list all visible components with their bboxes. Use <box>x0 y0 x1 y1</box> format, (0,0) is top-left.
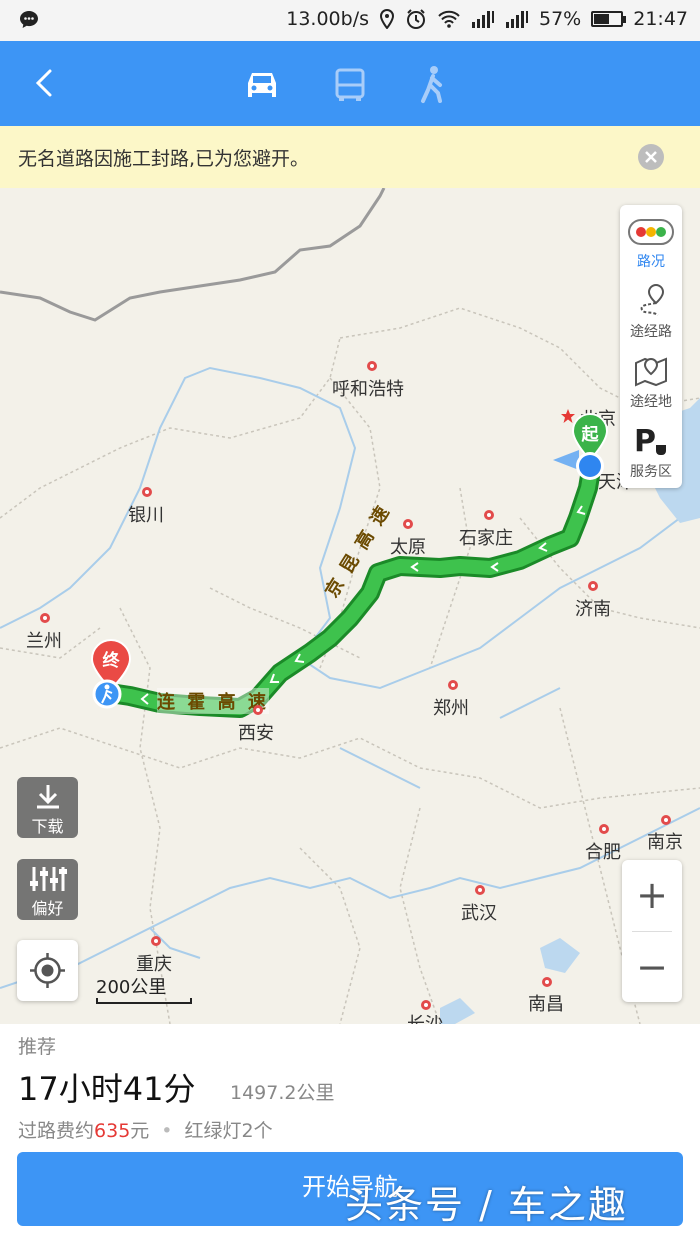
city-label: 郑州 <box>433 698 469 719</box>
zoom-in-button[interactable]: + <box>622 860 682 930</box>
city-dot <box>151 936 161 946</box>
city-dot <box>588 581 598 591</box>
city-dot <box>542 977 552 987</box>
route-label-char: 霍 <box>187 692 209 713</box>
wifi-icon <box>438 10 460 28</box>
network-speed: 13.00b/s <box>286 8 369 30</box>
city-label: 太原 <box>390 537 426 558</box>
scale-bar <box>96 998 192 1004</box>
city-label: 武汉 <box>461 903 497 924</box>
route-label-char: 高 <box>217 692 239 713</box>
via-place-button[interactable]: 途经地 <box>620 345 682 415</box>
city-dot <box>421 1000 431 1010</box>
city-dot <box>142 487 152 497</box>
toll-prefix: 过路费约 <box>18 1120 95 1142</box>
route-label-char: 连 <box>157 692 178 713</box>
start-badge-label: 起 <box>581 425 599 445</box>
map-tools-panel: 路况 途经路 途经地 P 服务区 <box>620 205 682 488</box>
preference-button[interactable]: 偏好 <box>17 859 78 920</box>
preference-label: 偏好 <box>31 899 64 918</box>
download-label: 下载 <box>31 817 64 836</box>
chat-icon <box>20 11 38 28</box>
zoom-control: + − <box>622 860 682 1002</box>
via-road-button[interactable]: 途经路 <box>620 275 682 345</box>
separator-dot: • <box>161 1120 173 1142</box>
battery-percent: 57% <box>539 8 582 30</box>
zoom-out-button[interactable]: − <box>622 932 682 1002</box>
city-dot <box>367 361 377 371</box>
current-location-icon <box>553 446 605 486</box>
download-button[interactable]: 下载 <box>17 777 78 838</box>
city-dot <box>40 613 50 623</box>
clock: 21:47 <box>633 8 688 30</box>
traffic-button[interactable]: 路况 <box>620 205 682 275</box>
end-badge-label: 终 <box>102 651 120 671</box>
route-duration: 17小时41分 <box>18 1070 196 1108</box>
map-pin-icon <box>635 357 667 387</box>
city-dot <box>661 815 671 825</box>
service-area-button[interactable]: P 服务区 <box>620 415 682 485</box>
status-bar: 13.00b/s 57% 21:47 <box>0 0 700 41</box>
locate-button[interactable] <box>17 940 78 1001</box>
city-dot <box>599 824 609 834</box>
road-notice: 无名道路因施工封路,已为您避开。 <box>0 126 700 188</box>
top-nav <box>0 41 700 126</box>
toll-unit: 元 <box>130 1120 150 1142</box>
end-marker[interactable]: 终 <box>90 638 132 714</box>
city-label: 南昌 <box>528 994 564 1015</box>
signal-icon-2 <box>506 11 528 28</box>
city-label: 兰州 <box>26 631 62 652</box>
traffic-label: 路况 <box>637 254 665 270</box>
city-label: 石家庄 <box>459 528 513 549</box>
locate-icon <box>30 953 65 988</box>
download-icon <box>37 785 59 809</box>
route-distance: 1497.2公里 <box>230 1082 335 1104</box>
service-area-label: 服务区 <box>630 464 672 480</box>
city-dot <box>403 519 413 529</box>
sliders-icon <box>30 867 67 891</box>
city-label: 合肥 <box>585 842 621 863</box>
route-tag: 推荐 <box>18 1036 57 1058</box>
city-label: 长沙 <box>407 1010 443 1024</box>
bus-icon[interactable] <box>328 63 372 107</box>
watermark: 头条号 / 车之趣 <box>345 1183 628 1227</box>
location-icon <box>379 9 395 29</box>
route-icon <box>640 283 665 316</box>
close-icon[interactable] <box>638 144 664 170</box>
alarm-icon <box>407 9 425 29</box>
battery-icon <box>591 11 627 27</box>
traffic-light-icon <box>628 219 674 245</box>
route-summary-sheet: 推荐 17小时41分 1497.2公里 过路费约635元 • 红绿灯2个 开始导航 … <box>0 1024 700 1244</box>
car-icon[interactable] <box>240 63 284 107</box>
toll-amount: 635 <box>94 1120 131 1142</box>
via-road-label: 途经路 <box>630 324 672 340</box>
city-label: 银川 <box>128 505 164 526</box>
via-place-label: 途经地 <box>630 394 672 410</box>
scale-label: 200公里 <box>96 977 167 998</box>
city-dot <box>448 680 458 690</box>
city-label: 南京 <box>647 832 683 853</box>
city-dot <box>484 510 494 520</box>
parking-icon: P <box>634 424 666 459</box>
city-dot <box>253 705 263 715</box>
svg-text:P: P <box>634 424 656 459</box>
traffic-lights: 红绿灯2个 <box>184 1120 273 1142</box>
city-label: 西安 <box>238 723 274 744</box>
back-icon[interactable] <box>26 63 66 103</box>
route-fee: 过路费约635元 • 红绿灯2个 <box>18 1116 273 1143</box>
notice-text: 无名道路因施工封路,已为您避开。 <box>18 147 310 170</box>
city-label: 呼和浩特 <box>332 379 404 400</box>
city-dot <box>475 885 485 895</box>
signal-icon <box>472 11 494 28</box>
map-view[interactable]: 连 霍 高 速 京 昆 高 速 呼和浩特 北京 天津 银川 太原 石家庄 济南 … <box>0 188 700 1024</box>
walk-icon[interactable] <box>411 63 455 107</box>
city-label: 济南 <box>575 599 611 620</box>
